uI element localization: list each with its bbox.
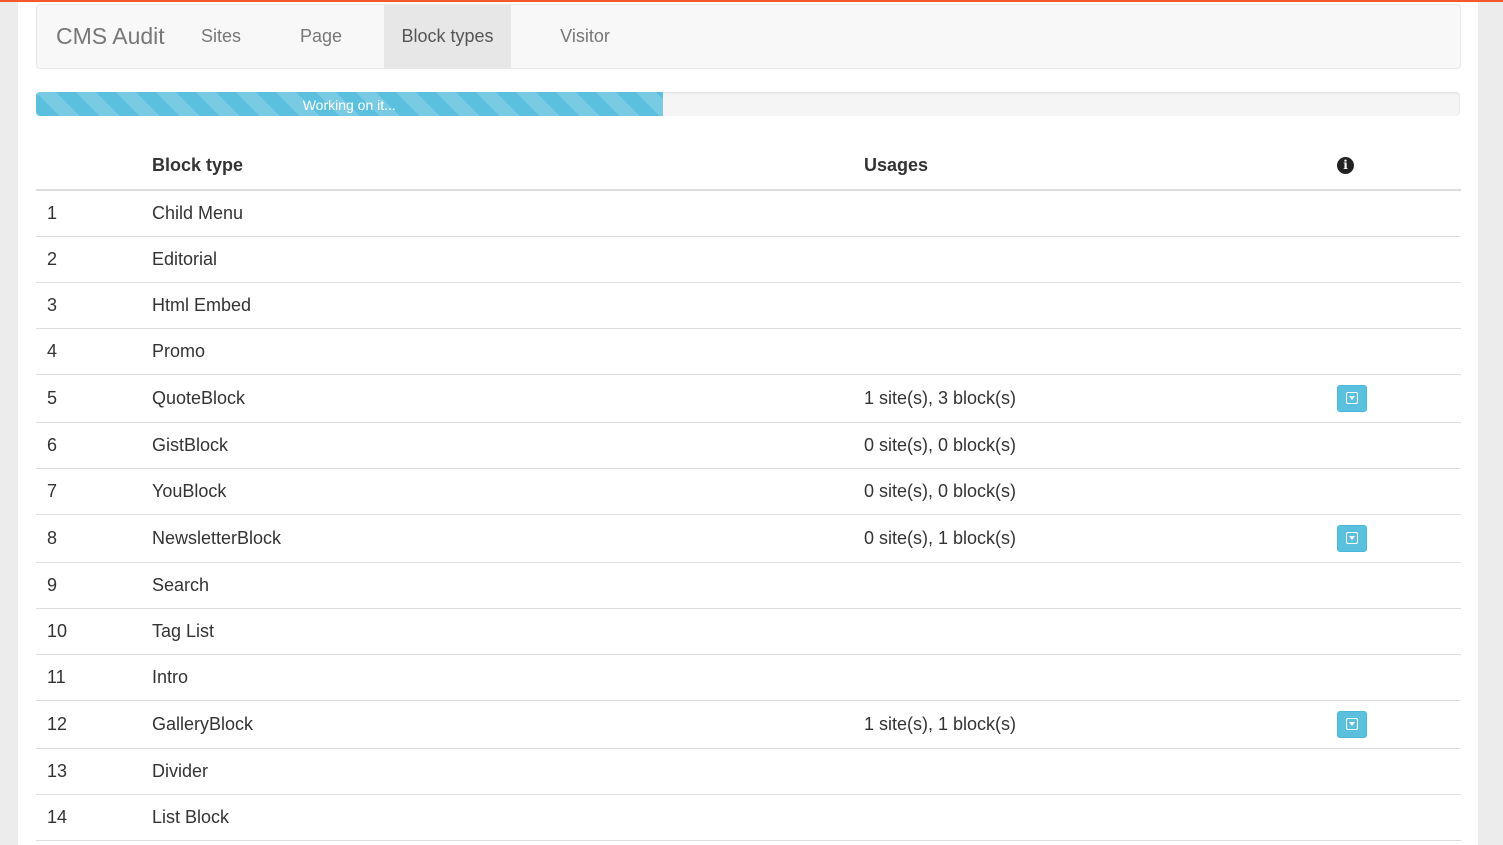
table-row: 7 YouBlock 0 site(s), 0 block(s) (36, 468, 1461, 515)
nav-block-types[interactable]: Block types (384, 5, 511, 68)
info-circle-icon[interactable]: i (1337, 157, 1354, 174)
block-type-name: GistBlock (152, 422, 864, 469)
table-row: 14 List Block (36, 794, 1461, 841)
block-type-name: QuoteBlock (152, 374, 864, 423)
usages-cell: 0 site(s), 0 block(s) (864, 468, 1337, 515)
row-number: 9 (36, 562, 152, 609)
caret-down-icon (1349, 396, 1355, 400)
nav-page-types[interactable]: Page types (277, 5, 365, 109)
row-number: 6 (36, 422, 152, 469)
block-type-name: Divider (152, 748, 864, 795)
table-row: 3 Html Embed (36, 282, 1461, 329)
table-row: 8 NewsletterBlock 0 site(s), 1 block(s) (36, 514, 1461, 563)
header-block-type: Block type (152, 142, 864, 191)
usages-cell: 0 site(s), 1 block(s) (864, 514, 1337, 563)
usages-cell (864, 748, 1337, 795)
row-number: 2 (36, 236, 152, 283)
header-info: i (1337, 142, 1461, 191)
usages-cell (864, 654, 1337, 701)
action-cell (1337, 794, 1461, 841)
table-row: 9 Search (36, 562, 1461, 609)
action-cell (1337, 654, 1461, 701)
usages-cell (864, 236, 1337, 283)
progress-label: Working on it... (302, 97, 396, 113)
caret-down-icon (1349, 536, 1355, 540)
page-container: CMS Audit Sites Page types Block types V… (18, 2, 1478, 845)
table-row: 12 GalleryBlock 1 site(s), 1 block(s) (36, 700, 1461, 749)
block-type-name: Editorial (152, 236, 864, 283)
block-types-table: Block type Usages i 1 Child Menu 2 Editoria… (36, 142, 1461, 841)
action-cell (1337, 374, 1461, 423)
table-row: 6 GistBlock 0 site(s), 0 block(s) (36, 422, 1461, 469)
row-number: 11 (36, 654, 152, 701)
row-number: 10 (36, 608, 152, 655)
usages-cell: 1 site(s), 1 block(s) (864, 700, 1337, 749)
table-row: 1 Child Menu (36, 190, 1461, 237)
row-number: 5 (36, 374, 152, 423)
table-header-row: Block type Usages i (36, 142, 1461, 191)
table-row: 5 QuoteBlock 1 site(s), 3 block(s) (36, 374, 1461, 423)
usages-cell (864, 328, 1337, 375)
header-usages: Usages (864, 142, 1337, 191)
usages-cell: 0 site(s), 0 block(s) (864, 422, 1337, 469)
header-number (36, 142, 152, 191)
brand-link[interactable]: CMS Audit (56, 5, 165, 68)
block-type-name: GalleryBlock (152, 700, 864, 749)
block-type-name: Promo (152, 328, 864, 375)
block-type-name: NewsletterBlock (152, 514, 864, 563)
usages-cell (864, 562, 1337, 609)
row-number: 8 (36, 514, 152, 563)
action-cell (1337, 422, 1461, 469)
row-number: 7 (36, 468, 152, 515)
action-cell (1337, 748, 1461, 795)
usages-cell (864, 282, 1337, 329)
table-row: 4 Promo (36, 328, 1461, 375)
navbar: CMS Audit Sites Page types Block types V… (36, 4, 1461, 109)
expand-usages-button[interactable] (1337, 711, 1367, 738)
block-type-name: List Block (152, 794, 864, 841)
usages-cell (864, 794, 1337, 841)
table-row: 10 Tag List (36, 608, 1461, 655)
action-cell (1337, 608, 1461, 655)
action-cell (1337, 468, 1461, 515)
table-row: 11 Intro (36, 654, 1461, 701)
table-row: 2 Editorial (36, 236, 1461, 283)
action-cell (1337, 282, 1461, 329)
action-cell (1337, 700, 1461, 749)
expand-usages-button[interactable] (1337, 525, 1367, 552)
block-type-name: Html Embed (152, 282, 864, 329)
caret-down-icon (1349, 722, 1355, 726)
row-number: 13 (36, 748, 152, 795)
nav-sites[interactable]: Sites (201, 5, 241, 68)
block-type-name: Intro (152, 654, 864, 701)
row-number: 4 (36, 328, 152, 375)
progress-bar-track: Working on it... (36, 92, 1460, 116)
block-type-name: Child Menu (152, 190, 864, 237)
row-number: 1 (36, 190, 152, 237)
block-type-name: Search (152, 562, 864, 609)
usages-cell (864, 190, 1337, 237)
usages-cell (864, 608, 1337, 655)
nav-visitor-groups[interactable]: Visitor Groups (529, 5, 641, 109)
block-type-name: Tag List (152, 608, 864, 655)
usages-cell: 1 site(s), 3 block(s) (864, 374, 1337, 423)
block-type-name: YouBlock (152, 468, 864, 515)
action-cell (1337, 190, 1461, 237)
expand-usages-button[interactable] (1337, 385, 1367, 412)
row-number: 14 (36, 794, 152, 841)
action-cell (1337, 514, 1461, 563)
action-cell (1337, 562, 1461, 609)
action-cell (1337, 236, 1461, 283)
table-row: 13 Divider (36, 748, 1461, 795)
row-number: 3 (36, 282, 152, 329)
row-number: 12 (36, 700, 152, 749)
action-cell (1337, 328, 1461, 375)
progress-bar-fill: Working on it... (36, 92, 663, 116)
